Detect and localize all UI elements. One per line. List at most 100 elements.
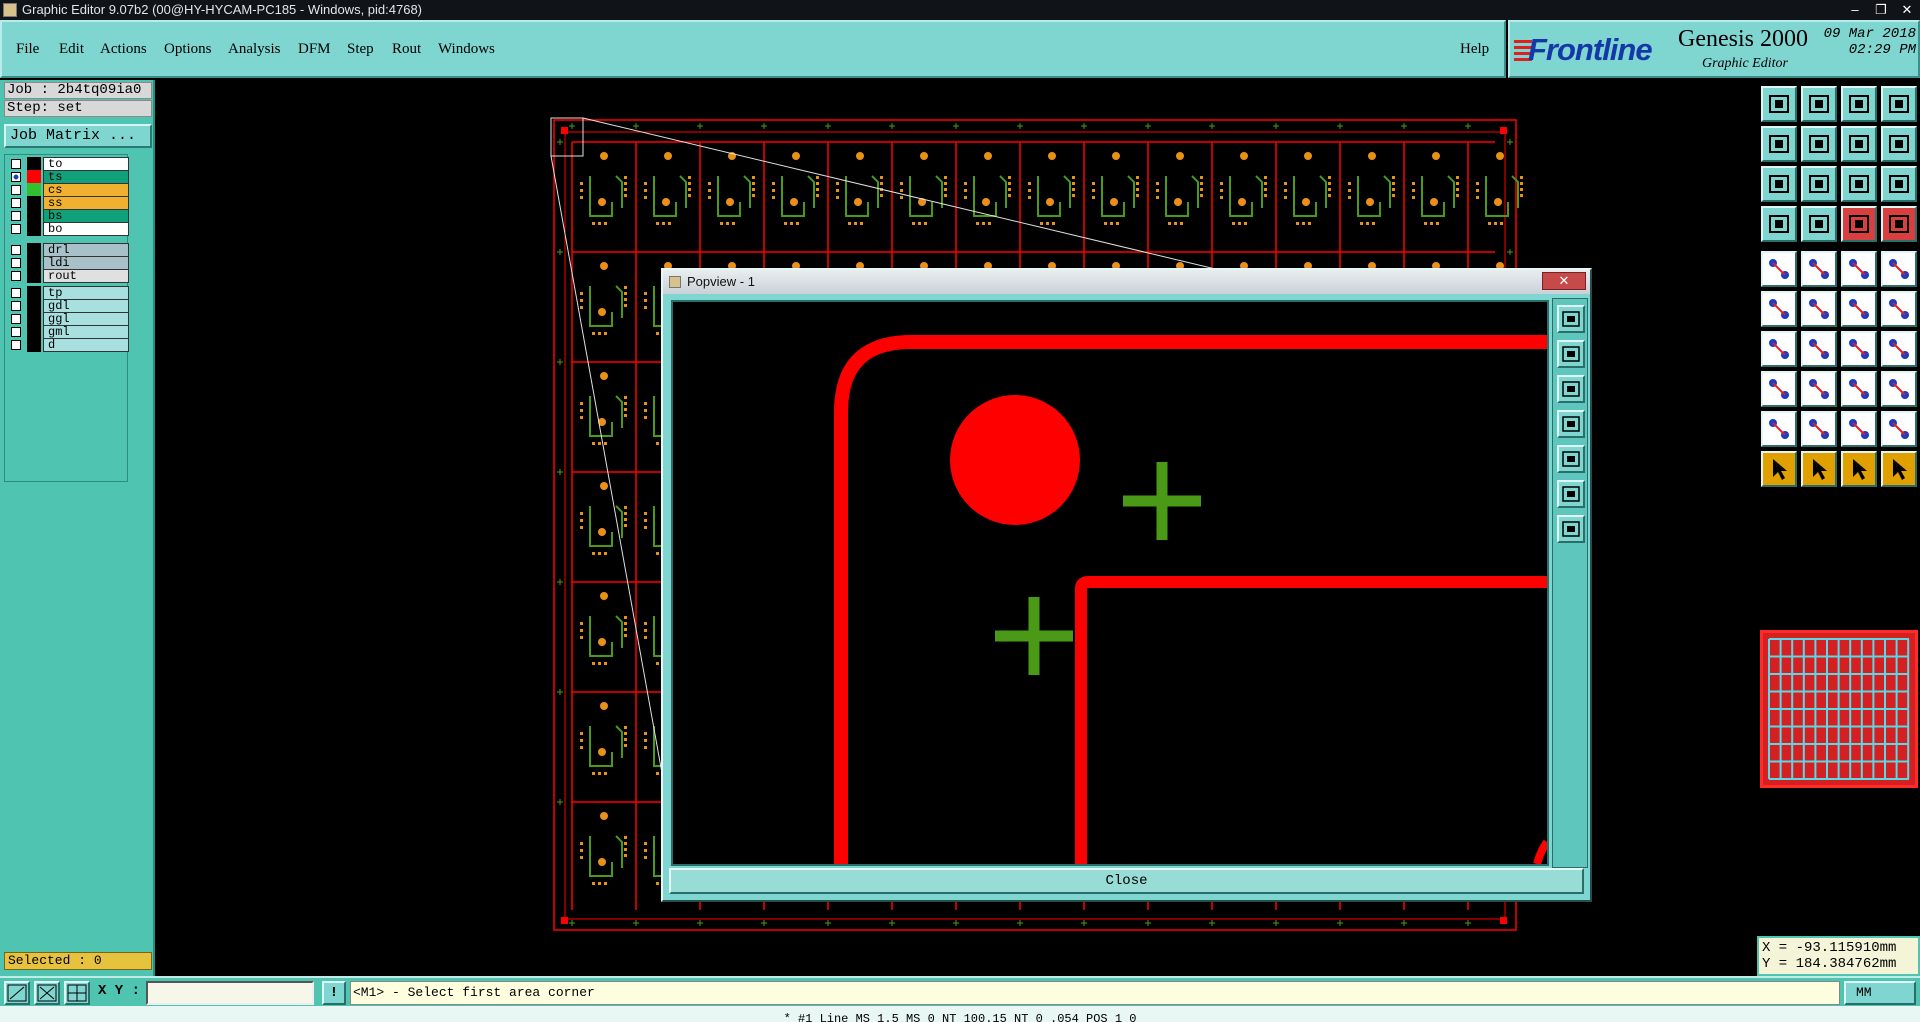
- layer-stack-tool[interactable]: [1881, 206, 1917, 242]
- arc-tool[interactable]: [1841, 331, 1877, 367]
- layer-name[interactable]: bs: [43, 209, 129, 223]
- layer-color-swatch[interactable]: [27, 222, 41, 236]
- xy-input[interactable]: [146, 981, 314, 1005]
- layer-color-swatch[interactable]: [27, 299, 41, 313]
- layer-row-gml[interactable]: gml: [7, 325, 129, 339]
- cross-tool[interactable]: [1801, 291, 1837, 327]
- home-tool[interactable]: [1841, 86, 1877, 122]
- peak-tool[interactable]: [1801, 411, 1837, 447]
- pin-tool[interactable]: [1801, 206, 1837, 242]
- popview-title-bar[interactable]: Popview - 1: [663, 270, 1590, 294]
- layer-color-swatch[interactable]: [27, 338, 41, 352]
- layer-color-swatch[interactable]: [27, 269, 41, 283]
- open-job-tool[interactable]: [1761, 86, 1797, 122]
- layer-checkbox[interactable]: [11, 258, 21, 268]
- menu-analysis[interactable]: Analysis: [228, 41, 281, 58]
- popview-center-button[interactable]: [1557, 515, 1585, 543]
- layer-name[interactable]: bo: [43, 222, 129, 236]
- add-pad-tool[interactable]: [1761, 251, 1797, 287]
- layer-name[interactable]: drl: [43, 243, 129, 257]
- layer-name[interactable]: to: [43, 157, 129, 171]
- cut-tool[interactable]: [1801, 251, 1837, 287]
- menu-options[interactable]: Options: [164, 41, 212, 58]
- layer-color-swatch[interactable]: [27, 325, 41, 339]
- node-tool[interactable]: [1881, 291, 1917, 327]
- zoom-center-tool[interactable]: [1801, 166, 1837, 202]
- menu-help[interactable]: Help: [1460, 41, 1489, 58]
- net-tool[interactable]: [1761, 291, 1797, 327]
- group-tool[interactable]: [1881, 371, 1917, 407]
- layer-color-swatch[interactable]: [27, 256, 41, 270]
- scale-ratio-tool[interactable]: [1841, 166, 1877, 202]
- layer-color-swatch[interactable]: [27, 209, 41, 223]
- layer-checkbox[interactable]: [11, 185, 21, 195]
- menu-file[interactable]: File: [16, 41, 39, 58]
- layer-name[interactable]: ss: [43, 196, 129, 210]
- layer-color-swatch[interactable]: [27, 312, 41, 326]
- layer-name[interactable]: rout: [43, 269, 129, 283]
- fit-tool[interactable]: [1761, 166, 1797, 202]
- layer-checkbox[interactable]: [11, 314, 21, 324]
- menu-step[interactable]: Step: [347, 41, 374, 58]
- layer-board-tool[interactable]: [1841, 206, 1877, 242]
- layer-name[interactable]: gml: [43, 325, 129, 339]
- panel-minimap[interactable]: [1760, 630, 1918, 788]
- layer-checkbox[interactable]: [11, 245, 21, 255]
- layer-row-ldi[interactable]: ldi: [7, 256, 129, 270]
- layer-name[interactable]: gdl: [43, 299, 129, 313]
- restore-icon[interactable]: ❐: [1868, 0, 1894, 20]
- connect-tool[interactable]: [1841, 291, 1877, 327]
- measure-mode-button[interactable]: [34, 981, 60, 1005]
- layer-row-gdl[interactable]: gdl: [7, 299, 129, 313]
- snake-tool[interactable]: [1881, 126, 1917, 162]
- layer-row-ts[interactable]: ts: [7, 170, 129, 184]
- layer-name[interactable]: cs: [43, 183, 129, 197]
- snap-mode-button[interactable]: [4, 981, 30, 1005]
- select-box-tool[interactable]: [1801, 451, 1837, 487]
- menu-edit[interactable]: Edit: [59, 41, 84, 58]
- layer-checkbox[interactable]: [11, 172, 21, 182]
- layer-row-d[interactable]: d: [7, 338, 129, 352]
- layer-color-swatch[interactable]: [27, 157, 41, 171]
- layer-checkbox[interactable]: [11, 340, 21, 350]
- menu-dfm[interactable]: DFM: [298, 41, 331, 58]
- layer-checkbox[interactable]: [11, 271, 21, 281]
- window-split-tool[interactable]: [1881, 86, 1917, 122]
- popview-pan-up-button[interactable]: [1557, 340, 1585, 368]
- close-window-icon[interactable]: ✕: [1894, 0, 1920, 20]
- bridge-tool[interactable]: [1881, 411, 1917, 447]
- popview-close-icon[interactable]: ✕: [1542, 272, 1586, 290]
- dimension-tool[interactable]: [1841, 371, 1877, 407]
- popview-zoom-view[interactable]: [671, 300, 1551, 866]
- popview-pan-left-button[interactable]: [1557, 410, 1585, 438]
- layer-color-swatch[interactable]: [27, 170, 41, 184]
- layer-row-rout[interactable]: rout: [7, 269, 129, 283]
- measure-tool[interactable]: [1761, 206, 1797, 242]
- ruler-tool[interactable]: [1841, 251, 1877, 287]
- job-matrix-button[interactable]: Job Matrix ...: [4, 124, 152, 148]
- popview-zoom-button[interactable]: [1557, 305, 1585, 333]
- grid-mode-button[interactable]: [64, 981, 90, 1005]
- popview-pan-right-button[interactable]: [1557, 445, 1585, 473]
- layer-row-bs[interactable]: bs: [7, 209, 129, 223]
- select-arrow-tool[interactable]: [1761, 451, 1797, 487]
- layer-row-bo[interactable]: bo: [7, 222, 129, 236]
- step-out-tool[interactable]: [1801, 126, 1837, 162]
- select-poly-tool[interactable]: [1841, 451, 1877, 487]
- layer-name[interactable]: tp: [43, 286, 129, 300]
- line-red-tool[interactable]: [1761, 331, 1797, 367]
- layer-row-to[interactable]: to: [7, 157, 129, 171]
- step-repeat-tool[interactable]: [1881, 331, 1917, 367]
- circle-tool[interactable]: [1881, 251, 1917, 287]
- loop-tool[interactable]: [1841, 126, 1877, 162]
- layer-checkbox[interactable]: [11, 301, 21, 311]
- layer-name[interactable]: ts: [43, 170, 129, 184]
- menu-actions[interactable]: Actions: [100, 41, 147, 58]
- layer-row-drl[interactable]: drl: [7, 243, 129, 257]
- popview-pan-down-button[interactable]: [1557, 375, 1585, 403]
- menu-windows[interactable]: Windows: [438, 41, 495, 58]
- route-tool[interactable]: [1881, 451, 1917, 487]
- layer-checkbox[interactable]: [11, 211, 21, 221]
- triangle-tool[interactable]: [1761, 411, 1797, 447]
- layer-name[interactable]: d: [43, 338, 129, 352]
